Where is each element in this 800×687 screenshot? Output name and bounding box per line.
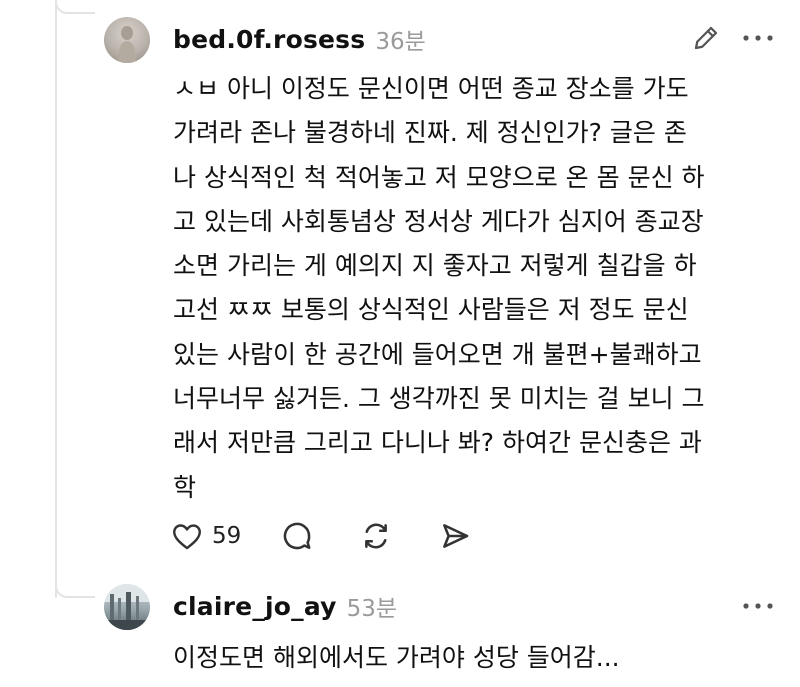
comment-text: ㅅㅂ 아니 이정도 문신이면 어떤 종교 장소를 가도 가려라 존나 불경하네 … [173,74,705,502]
more-horizontal-icon[interactable] [738,20,778,56]
send-icon[interactable] [438,519,472,553]
comment-bubble-icon[interactable] [280,519,314,553]
timestamp: 53분 [346,596,398,622]
comment-text: 이정도면 해외에서도 가려야 성당 들어감... [173,643,620,672]
username[interactable]: bed.0f.rosess [173,25,365,54]
timestamp: 36분 [375,29,426,55]
comment-actions: 59 [170,514,472,558]
like-count: 59 [212,523,242,549]
avatar[interactable] [104,17,150,63]
heart-icon[interactable] [170,519,204,553]
thread-connector-bottom [55,582,95,598]
repost-button[interactable] [358,514,438,558]
share-button[interactable] [438,514,472,558]
pencil-icon[interactable] [688,20,724,56]
repost-icon[interactable] [358,519,394,553]
more-horizontal-icon[interactable] [738,588,778,624]
thread-connector-top [55,0,95,14]
comment-header: bed.0f.rosess 36분 [173,19,426,59]
comment-header: claire_jo_ay 53분 [173,586,397,626]
thread-line [55,0,57,598]
like-button[interactable]: 59 [170,514,280,558]
username[interactable]: claire_jo_ay [173,592,337,621]
reply-button[interactable] [280,514,358,558]
avatar[interactable] [104,584,150,630]
